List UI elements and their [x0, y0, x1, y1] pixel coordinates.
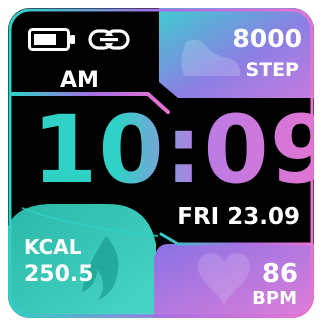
- steps-value: 8000: [232, 24, 302, 53]
- time-display: 10:09: [32, 104, 314, 198]
- heart-rate-unit: BPM: [252, 288, 297, 309]
- steps-unit: STEP: [245, 59, 299, 81]
- link-icon: [88, 29, 130, 50]
- kcal-value: 250.5: [24, 262, 94, 287]
- date-display: FRI 23.09: [177, 204, 300, 230]
- battery-icon: [28, 28, 75, 51]
- watch-face: AM 8000 STEP 10:09 FRI 23.09 KCAL 250.5 …: [8, 8, 314, 318]
- am-pm-indicator: AM: [60, 68, 99, 93]
- kcal-label: KCAL: [24, 235, 82, 259]
- kcal-panel: [8, 204, 156, 318]
- heart-rate-value: 86: [261, 259, 298, 289]
- steps-panel: [159, 8, 314, 98]
